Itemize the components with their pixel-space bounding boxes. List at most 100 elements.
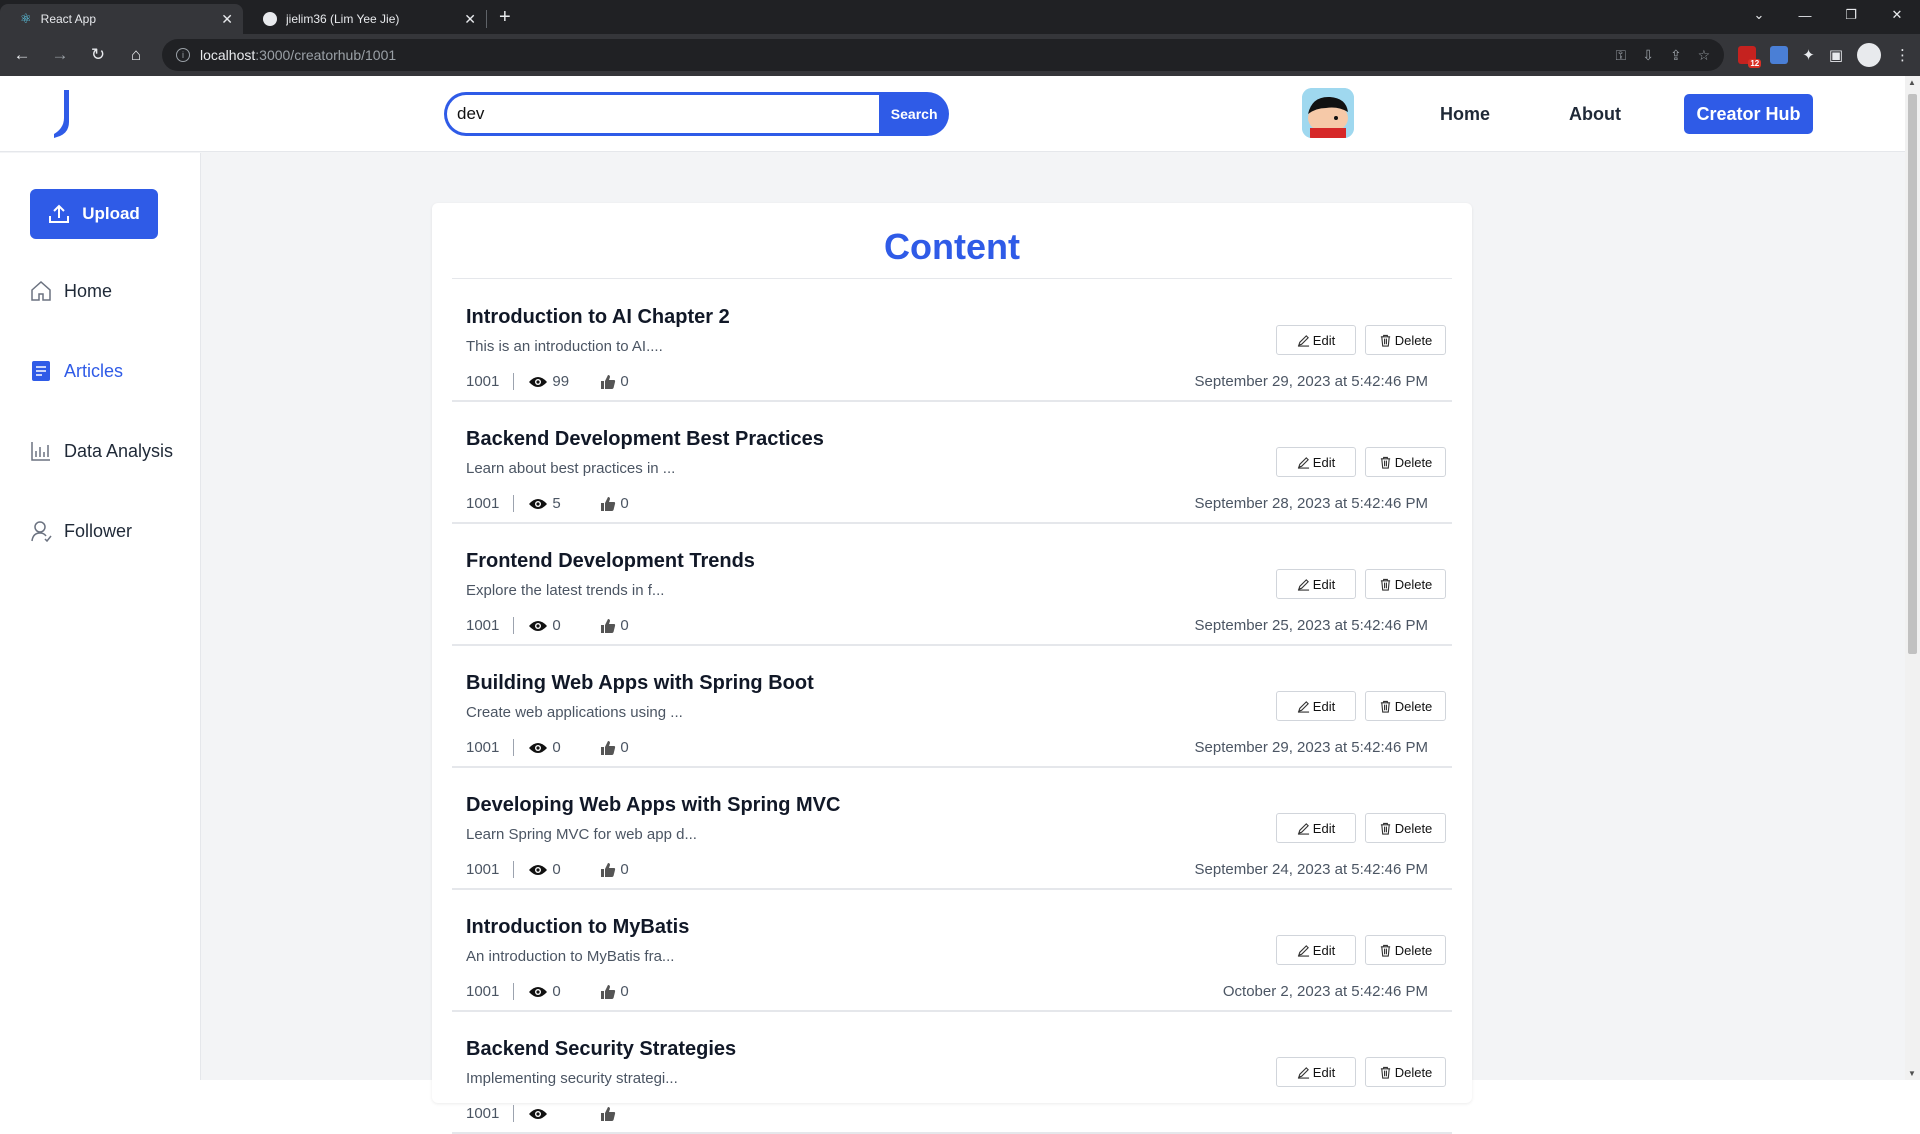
close-tab-icon[interactable]: ✕ — [464, 11, 476, 28]
article-date: September 29, 2023 at 5:42:46 PM — [1194, 739, 1429, 756]
close-tab-icon[interactable]: ✕ — [221, 11, 233, 28]
article-likes: 0 — [600, 617, 629, 634]
browser-tab-react-app[interactable]: ⚛ React App ✕ — [0, 4, 243, 34]
delete-button[interactable]: Delete — [1365, 935, 1446, 965]
article-description: Learn about best practices in ... — [466, 460, 676, 477]
edit-button[interactable]: Edit — [1276, 325, 1356, 355]
tab-search-icon[interactable]: ⌄ — [1736, 7, 1782, 23]
article-title[interactable]: Developing Web Apps with Spring MVC — [466, 794, 840, 817]
article-item: Building Web Apps with Spring Boot Create… — [452, 646, 1452, 768]
edit-label: Edit — [1312, 454, 1336, 470]
edit-button[interactable]: Edit — [1276, 813, 1356, 843]
creator-hub-button[interactable]: Creator Hub — [1684, 94, 1813, 134]
translate-extension-icon[interactable] — [1770, 46, 1789, 64]
delete-label: Delete — [1394, 820, 1433, 836]
edit-button[interactable]: Edit — [1276, 1057, 1356, 1087]
app-logo-icon[interactable] — [50, 88, 72, 138]
eye-icon — [529, 498, 548, 509]
views-count: 0 — [552, 983, 561, 1000]
thumbs-up-icon — [601, 984, 616, 999]
article-date: September 29, 2023 at 5:42:46 PM — [1194, 373, 1429, 390]
menu-kebab-icon[interactable]: ⋮ — [1895, 46, 1910, 64]
article-title[interactable]: Building Web Apps with Spring Boot — [466, 672, 814, 695]
back-icon[interactable]: ← — [10, 45, 34, 65]
edit-label: Edit — [1312, 942, 1336, 958]
edit-button[interactable]: Edit — [1276, 935, 1356, 965]
tab-title: jielim36 (Lim Yee Jie) — [286, 12, 400, 26]
browser-toolbar: ← → ↻ ⌂ i localhost:3000/creatorhub/1001… — [0, 34, 1920, 76]
article-title[interactable]: Frontend Development Trends — [466, 550, 755, 573]
delete-button[interactable]: Delete — [1365, 447, 1446, 477]
new-tab-button[interactable]: + — [499, 6, 511, 29]
forward-icon[interactable]: → — [48, 45, 72, 65]
search-input[interactable] — [444, 92, 880, 136]
user-avatar[interactable] — [1302, 88, 1354, 138]
nav-about-link[interactable]: About — [1569, 104, 1621, 125]
eye-icon — [529, 620, 548, 631]
article-item: Introduction to MyBatis An introduction t… — [452, 890, 1452, 1012]
scroll-down-icon[interactable]: ▼ — [1908, 1069, 1916, 1078]
scrollbar-thumb[interactable] — [1908, 94, 1917, 654]
delete-button[interactable]: Delete — [1365, 325, 1446, 355]
article-item: Backend Development Best Practices Learn … — [452, 402, 1452, 524]
delete-button[interactable]: Delete — [1365, 691, 1446, 721]
bookmark-star-icon[interactable]: ☆ — [1698, 47, 1711, 64]
install-app-icon[interactable]: ⇩ — [1642, 47, 1654, 64]
article-title[interactable]: Introduction to MyBatis — [466, 916, 689, 939]
sidebar-item-label: Home — [64, 280, 113, 301]
side-panel-icon[interactable]: ▣ — [1829, 46, 1843, 64]
nav-home-link[interactable]: Home — [1440, 104, 1490, 125]
edit-button[interactable]: Edit — [1276, 691, 1356, 721]
edit-icon — [1297, 700, 1309, 713]
password-key-icon[interactable]: ⚿ — [1616, 47, 1627, 64]
upload-icon — [49, 204, 70, 223]
sidebar-item-label: Data Analysis — [64, 440, 174, 461]
page-scrollbar[interactable]: ▲ ▼ — [1905, 76, 1920, 1080]
sidebar-item-follower[interactable]: Follower — [30, 520, 132, 542]
article-meta: 1001 0 0 — [466, 739, 629, 756]
restore-button[interactable]: ❐ — [1828, 7, 1874, 23]
sidebar-item-articles[interactable]: Articles — [30, 360, 123, 382]
article-title[interactable]: Introduction to AI Chapter 2 — [466, 306, 730, 329]
reload-icon[interactable]: ↻ — [86, 45, 110, 65]
url-host: localhost — [200, 47, 256, 63]
article-meta: 1001 0 0 — [466, 617, 629, 634]
tab-divider — [486, 10, 487, 28]
upload-button[interactable]: Upload — [30, 189, 158, 239]
thumbs-up-icon — [601, 374, 616, 389]
sidebar-item-home[interactable]: Home — [30, 280, 112, 302]
thumbs-up-icon — [601, 740, 616, 755]
eye-icon — [529, 1108, 548, 1119]
article-description: An introduction to MyBatis fra... — [466, 948, 675, 965]
close-window-button[interactable]: ✕ — [1874, 7, 1920, 23]
delete-button[interactable]: Delete — [1365, 813, 1446, 843]
article-meta: 1001 5 0 — [466, 495, 629, 512]
extension-red-icon[interactable]: 12 — [1738, 46, 1762, 68]
edit-button[interactable]: Edit — [1276, 569, 1356, 599]
views-count: 99 — [552, 373, 570, 390]
edit-button[interactable]: Edit — [1276, 447, 1356, 477]
site-info-icon[interactable]: i — [176, 48, 190, 62]
delete-button[interactable]: Delete — [1365, 569, 1446, 599]
article-title[interactable]: Backend Development Best Practices — [466, 428, 824, 451]
edit-icon — [1297, 578, 1309, 591]
search-button[interactable]: Search — [879, 92, 949, 136]
trash-icon — [1380, 578, 1390, 591]
extensions-puzzle-icon[interactable]: ✦ — [1802, 46, 1815, 64]
article-author-id: 1001 — [466, 983, 515, 1000]
address-bar[interactable]: i localhost:3000/creatorhub/1001 ⚿ ⇩ ⇪ ☆ — [162, 39, 1725, 71]
share-icon[interactable]: ⇪ — [1670, 47, 1682, 64]
eye-icon — [529, 864, 548, 875]
scroll-up-icon[interactable]: ▲ — [1908, 78, 1916, 87]
delete-label: Delete — [1394, 942, 1433, 958]
article-likes: 0 — [600, 983, 629, 1000]
profile-avatar-icon[interactable] — [1857, 43, 1881, 67]
delete-button[interactable]: Delete — [1365, 1057, 1446, 1087]
sidebar-item-data-analysis[interactable]: Data Analysis — [30, 440, 173, 462]
article-likes: 0 — [600, 739, 629, 756]
article-title[interactable]: Backend Security Strategies — [466, 1038, 736, 1061]
home-icon[interactable]: ⌂ — [124, 45, 148, 65]
minimize-button[interactable]: — — [1782, 8, 1828, 23]
eye-icon — [529, 986, 548, 997]
browser-tab-github[interactable]: jielim36 (Lim Yee Jie) ✕ — [243, 4, 486, 34]
